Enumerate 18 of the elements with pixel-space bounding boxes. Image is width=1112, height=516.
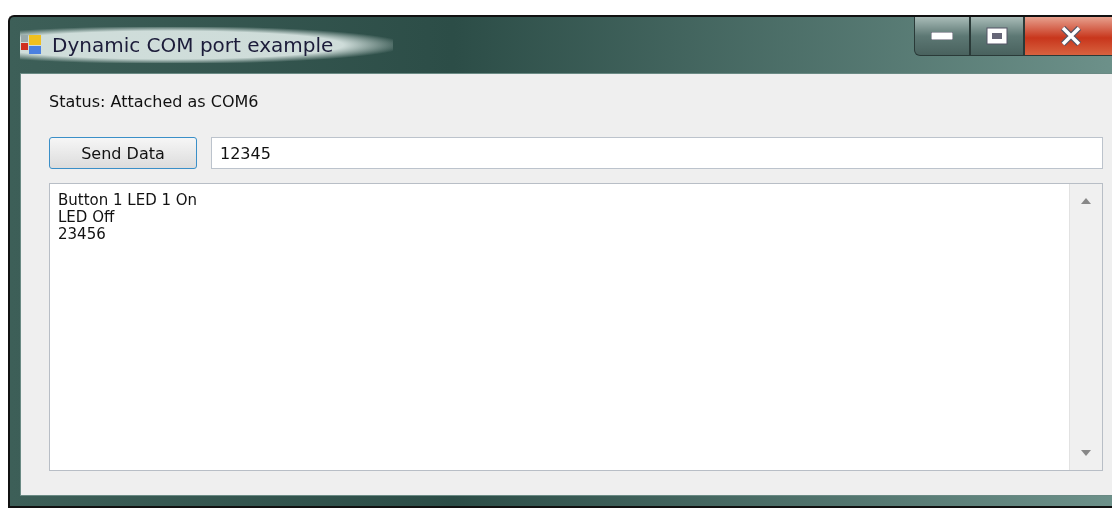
app-icon	[20, 34, 42, 56]
output-text-area[interactable]: Button 1 LED 1 On LED Off 23456	[49, 183, 1103, 471]
close-icon	[1060, 26, 1082, 46]
output-line: 23456	[58, 226, 106, 243]
status-label: Status: Attached as COM6	[49, 92, 260, 111]
scroll-down-icon[interactable]	[1081, 450, 1091, 456]
output-line: Button 1 LED 1 On	[58, 192, 198, 209]
output-line: LED Off	[58, 209, 115, 226]
close-button[interactable]	[1024, 17, 1112, 56]
maximize-button[interactable]	[970, 17, 1024, 56]
minimize-button[interactable]	[914, 17, 970, 56]
minimize-icon	[931, 32, 953, 40]
data-input-field[interactable]: 12345	[211, 137, 1103, 169]
window-title: Dynamic COM port example	[52, 33, 334, 57]
send-data-button[interactable]: Send Data	[49, 137, 197, 169]
scroll-up-icon[interactable]	[1081, 198, 1091, 204]
scrollbar[interactable]	[1069, 184, 1102, 470]
maximize-icon	[986, 27, 1008, 45]
